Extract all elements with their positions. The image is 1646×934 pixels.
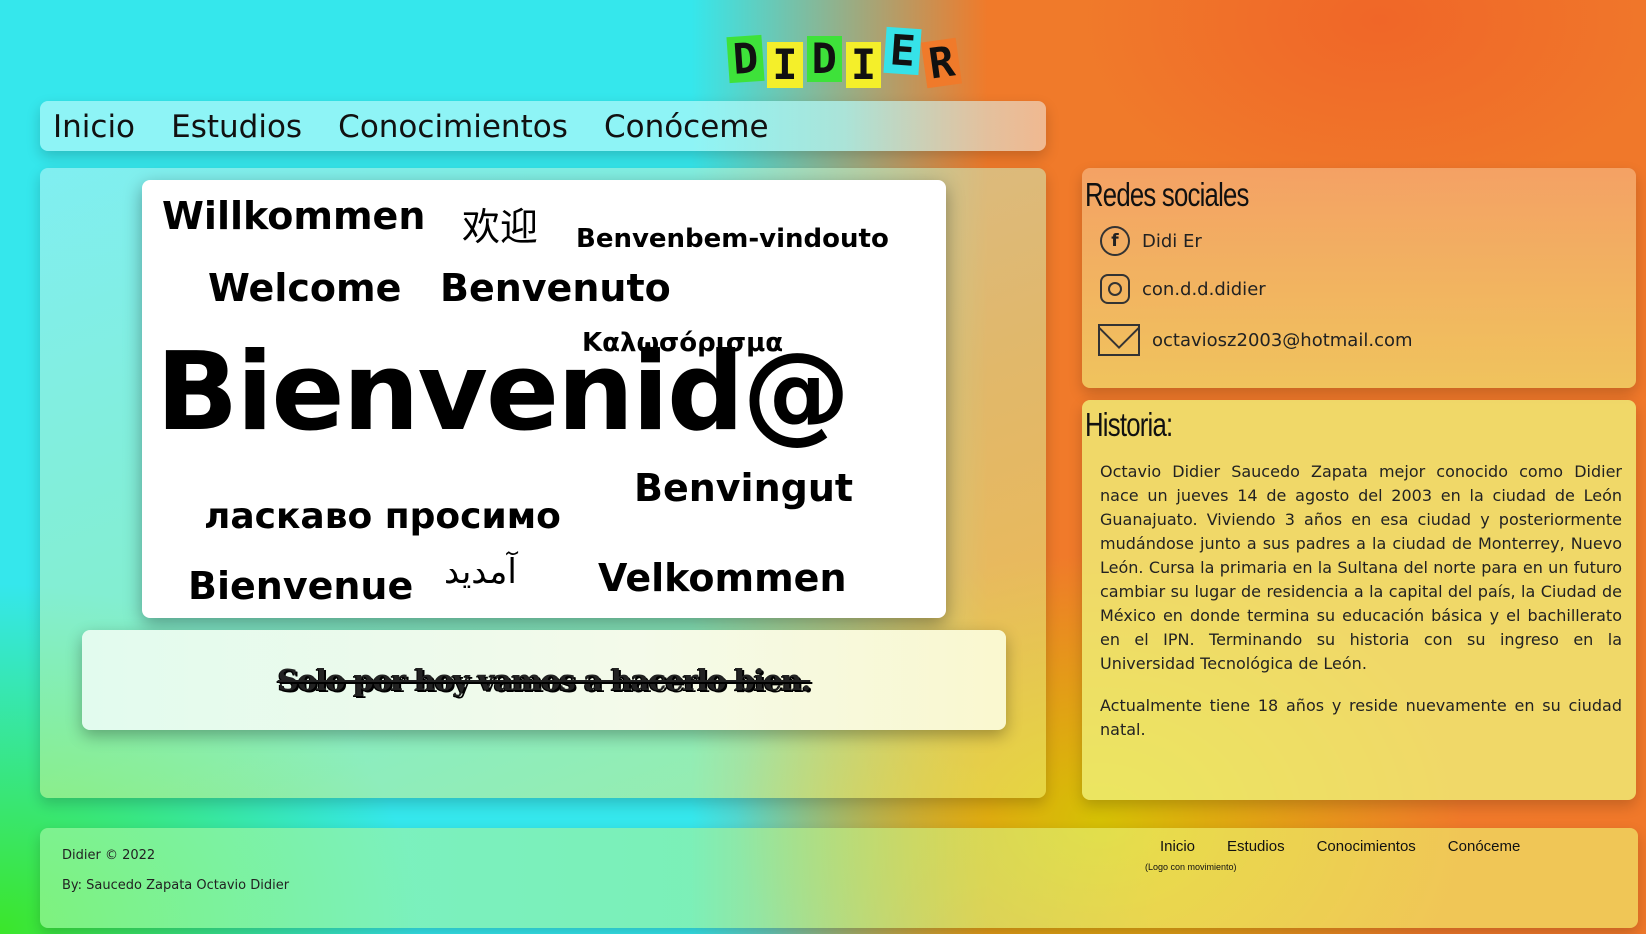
footer-note: (Logo con movimiento): [1145, 862, 1237, 872]
footer-nav-conoceme[interactable]: Conóceme: [1448, 838, 1521, 855]
social-panel: Redes sociales f Didi Er con.d.d.didier …: [1082, 168, 1636, 388]
history-paragraph: Octavio Didier Saucedo Zapata mejor cono…: [1100, 462, 1622, 673]
welcome-word-benvingut: Benvingut: [634, 466, 854, 510]
welcome-word-benvenuto: Benvenuto: [440, 266, 671, 310]
footer-nav-estudios[interactable]: Estudios: [1227, 838, 1285, 855]
footer-copyright: Didier © 2022: [62, 848, 156, 863]
welcome-word-willkommen: Willkommen: [162, 194, 426, 238]
logo-letter: R: [921, 36, 963, 89]
history-paragraph: Actualmente tiene 18 años y reside nueva…: [1100, 696, 1622, 739]
history-body: Octavio Didier Saucedo Zapata mejor cono…: [1100, 460, 1622, 760]
welcome-word-ukrainian: ласкаво просимо: [204, 496, 561, 537]
footer-nav: Inicio Estudios Conocimientos Conóceme: [1160, 838, 1520, 855]
nav-item-estudios[interactable]: Estudios: [171, 107, 302, 147]
logo-letter: D: [806, 36, 842, 82]
site-logo: D I D I E R: [726, 22, 963, 89]
nav-item-conocimientos[interactable]: Conocimientos: [338, 107, 568, 147]
welcome-word-welcome: Welcome: [208, 266, 402, 310]
welcome-word-velkommen: Velkommen: [598, 556, 847, 600]
welcome-word-bienvenue: Bienvenue: [188, 564, 414, 608]
instagram-label: con.d.d.didier: [1142, 278, 1266, 300]
welcome-word-chinese: 欢迎: [462, 205, 539, 249]
instagram-link[interactable]: con.d.d.didier: [1100, 274, 1266, 304]
history-panel: Historia: Octavio Didier Saucedo Zapata …: [1082, 400, 1636, 800]
footer-nav-inicio[interactable]: Inicio: [1160, 838, 1195, 855]
email-label: octaviosz2003@hotmail.com: [1152, 329, 1413, 351]
main-content-panel: Willkommen 欢迎 Benvenbem-vindouto Welcome…: [40, 168, 1046, 798]
footer: Didier © 2022 By: Saucedo Zapata Octavio…: [40, 828, 1638, 928]
welcome-word-portuguese: Benvenbem-vindouto: [576, 224, 889, 254]
logo-letter: E: [883, 25, 923, 76]
instagram-icon: [1100, 274, 1130, 304]
welcome-word-cloud: Willkommen 欢迎 Benvenbem-vindouto Welcome…: [142, 180, 946, 618]
welcome-word-persian: آمدید: [444, 552, 517, 592]
motto-text: Solo por hoy vamos a hacerlo bien.: [277, 663, 812, 697]
welcome-word-main: Bienvenid@: [156, 330, 850, 455]
social-title: Redes sociales: [1085, 176, 1249, 213]
facebook-label: Didi Er: [1142, 230, 1202, 252]
logo-letter: I: [845, 42, 882, 88]
logo-letter: D: [726, 33, 765, 84]
logo-letter: I: [767, 42, 803, 88]
footer-author: By: Saucedo Zapata Octavio Didier: [62, 878, 290, 893]
motto-banner: Solo por hoy vamos a hacerlo bien.: [82, 630, 1006, 730]
nav-item-inicio[interactable]: Inicio: [53, 107, 135, 147]
facebook-link[interactable]: f Didi Er: [1100, 226, 1202, 256]
footer-nav-conocimientos[interactable]: Conocimientos: [1317, 838, 1416, 855]
mail-icon: [1098, 324, 1140, 356]
email-link[interactable]: octaviosz2003@hotmail.com: [1098, 324, 1413, 356]
main-nav: Inicio Estudios Conocimientos Conóceme: [40, 101, 1046, 151]
history-title: Historia:: [1085, 406, 1173, 443]
facebook-icon: f: [1100, 226, 1130, 256]
nav-item-conoceme[interactable]: Conóceme: [604, 107, 769, 147]
